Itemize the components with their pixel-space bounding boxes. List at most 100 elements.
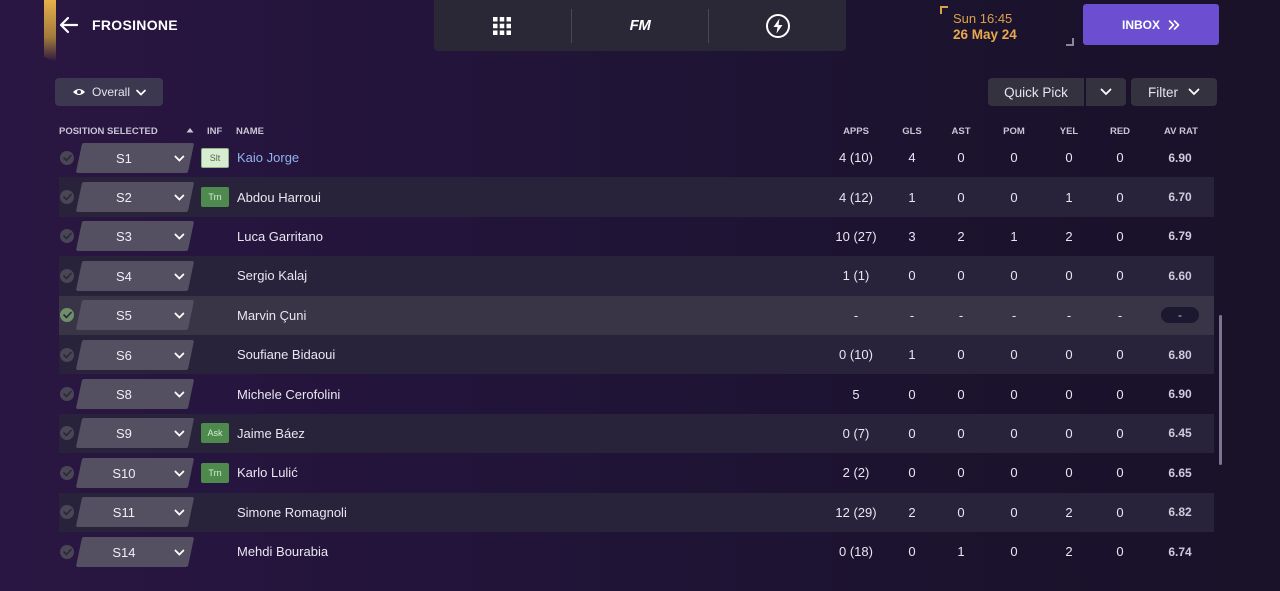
chevron-down-icon [174,545,185,560]
position-dropdown[interactable]: S14 [75,536,195,567]
stat-apps: 12 (29) [835,504,877,520]
selection-check-icon[interactable] [60,268,74,283]
quick-pick-label: Quick Pick [1004,84,1068,100]
stat-ast: 0 [957,504,965,520]
column-header-ast[interactable]: AST [931,126,991,137]
table-row[interactable]: S10 Trn Karlo Lulić 2 (2) 0 0 0 0 0 6.65 [59,453,1214,492]
selection-check-icon[interactable] [60,308,74,323]
player-name[interactable]: Kaio Jorge [237,140,299,177]
position-dropdown[interactable]: S9 [75,418,195,449]
player-name[interactable]: Soufiane Bidaoui [237,335,335,374]
club-accent-bar [44,0,56,62]
game-date: 26 May 24 [953,27,1017,42]
selection-check-icon[interactable] [60,426,74,441]
selection-check-icon[interactable] [60,544,74,559]
selection-check-icon[interactable] [60,347,74,362]
position-label: S8 [116,386,132,402]
position-dropdown[interactable]: S11 [75,497,195,528]
column-header-position[interactable]: POSITION SELECTED [59,126,158,137]
back-button[interactable] [58,14,80,36]
table-row[interactable]: S14 Mehdi Bourabia 0 (18) 0 1 0 2 0 6.74 [59,532,1214,570]
stat-apps: 0 (18) [839,544,873,560]
chevron-down-icon [1100,88,1112,96]
player-name[interactable]: Mehdi Bourabia [237,532,328,570]
position-dropdown[interactable]: S3 [75,221,195,252]
chevron-down-icon [174,151,185,166]
stat-apps: 0 (10) [839,347,873,363]
stat-av-rat: 6.60 [1168,268,1192,283]
stat-ast: 0 [957,465,965,481]
stat-red: 0 [1116,150,1124,166]
player-name[interactable]: Sergio Kalaj [237,256,307,295]
table-row[interactable]: S9 Ask Jaime Báez 0 (7) 0 0 0 0 0 6.45 [59,413,1214,454]
column-header-apps[interactable]: APPS [826,126,886,137]
selection-check-icon[interactable] [60,505,74,520]
position-dropdown[interactable]: S6 [75,339,195,370]
stat-red: 0 [1116,425,1124,441]
player-name[interactable]: Jaime Báez [237,414,305,453]
selection-check-icon[interactable] [60,387,74,402]
chevron-down-icon [174,348,185,363]
table-row[interactable]: S1 Slt Kaio Jorge 4 (10) 4 0 0 0 0 6.90 [59,140,1214,177]
position-dropdown[interactable]: S8 [75,379,195,410]
stat-pom: 0 [1010,347,1018,363]
continue-button[interactable] [709,0,846,51]
corner-decoration [1066,38,1074,46]
fm-home-button[interactable]: FM [572,0,709,51]
rating-pill: - [1161,307,1199,324]
nav-menu-button[interactable] [434,0,571,51]
player-name[interactable]: Simone Romagnoli [237,493,347,532]
game-date-time: Sun 16:45 26 May 24 [940,6,1074,46]
stat-red: 0 [1116,544,1124,560]
column-header-av-rat[interactable]: AV RAT [1151,126,1211,137]
column-header-red[interactable]: RED [1090,126,1150,137]
stat-ast: 0 [957,386,965,402]
stat-av-rat: 6.70 [1168,190,1192,205]
table-row[interactable]: S8 Michele Cerofolini 5 0 0 0 0 0 6.90 [59,374,1214,413]
player-name[interactable]: Luca Garritano [237,217,323,256]
table-row[interactable]: S6 Soufiane Bidaoui 0 (10) 1 0 0 0 0 6.80 [59,335,1214,375]
chevron-down-icon [136,89,146,96]
selection-check-icon[interactable] [60,150,74,165]
stat-red: 0 [1116,268,1124,284]
player-name[interactable]: Abdou Harroui [237,177,321,216]
stat-pom: 0 [1010,425,1018,441]
quick-pick-button[interactable]: Quick Pick [988,78,1084,106]
fm-logo: FM [629,17,651,34]
player-name[interactable]: Marvin Çuni [237,296,306,335]
inbox-button[interactable]: INBOX [1083,4,1219,45]
stat-av-rat: 6.90 [1168,150,1192,165]
filter-button[interactable]: Filter [1131,78,1217,106]
stat-ast: 1 [957,544,965,560]
position-dropdown[interactable]: S10 [75,457,195,488]
column-header-pom[interactable]: POM [984,126,1044,137]
position-dropdown[interactable]: S5 [75,300,195,331]
club-name[interactable]: FROSINONE [92,17,178,33]
table-row[interactable]: S2 Trn Abdou Harroui 4 (12) 1 0 0 1 0 6.70 [59,177,1214,217]
table-scrollbar[interactable] [1219,315,1222,465]
eye-icon [72,89,85,95]
player-name[interactable]: Karlo Lulić [237,453,298,492]
position-dropdown[interactable]: S1 [75,142,195,173]
view-selector-dropdown[interactable]: Overall [55,78,163,106]
chevron-down-icon [1188,88,1200,96]
sort-ascending-icon[interactable] [186,125,194,136]
table-row[interactable]: S4 Sergio Kalaj 1 (1) 0 0 0 0 0 6.60 [59,256,1214,296]
table-row[interactable]: S11 Simone Romagnoli 12 (29) 2 0 0 2 0 6.82 [59,492,1214,532]
selection-check-icon[interactable] [60,190,74,205]
quick-pick-menu-button[interactable] [1086,78,1126,106]
player-status-badge: Ask [201,423,229,444]
table-row[interactable]: S5 Marvin Çuni - - - - - - - [59,295,1214,335]
chevron-down-icon [174,190,185,205]
table-row[interactable]: S3 Luca Garritano 10 (27) 3 2 1 2 0 6.79 [59,217,1214,256]
player-name[interactable]: Michele Cerofolini [237,374,340,413]
position-label: S5 [116,307,132,323]
chevron-down-icon [174,229,185,244]
selection-check-icon[interactable] [60,465,74,480]
selection-check-icon[interactable] [60,229,74,244]
column-header-name[interactable]: NAME [236,126,264,137]
position-dropdown[interactable]: S4 [75,260,195,291]
stat-pom: 1 [1010,228,1018,244]
position-dropdown[interactable]: S2 [75,182,195,213]
column-header-inf[interactable]: INF [207,126,222,137]
